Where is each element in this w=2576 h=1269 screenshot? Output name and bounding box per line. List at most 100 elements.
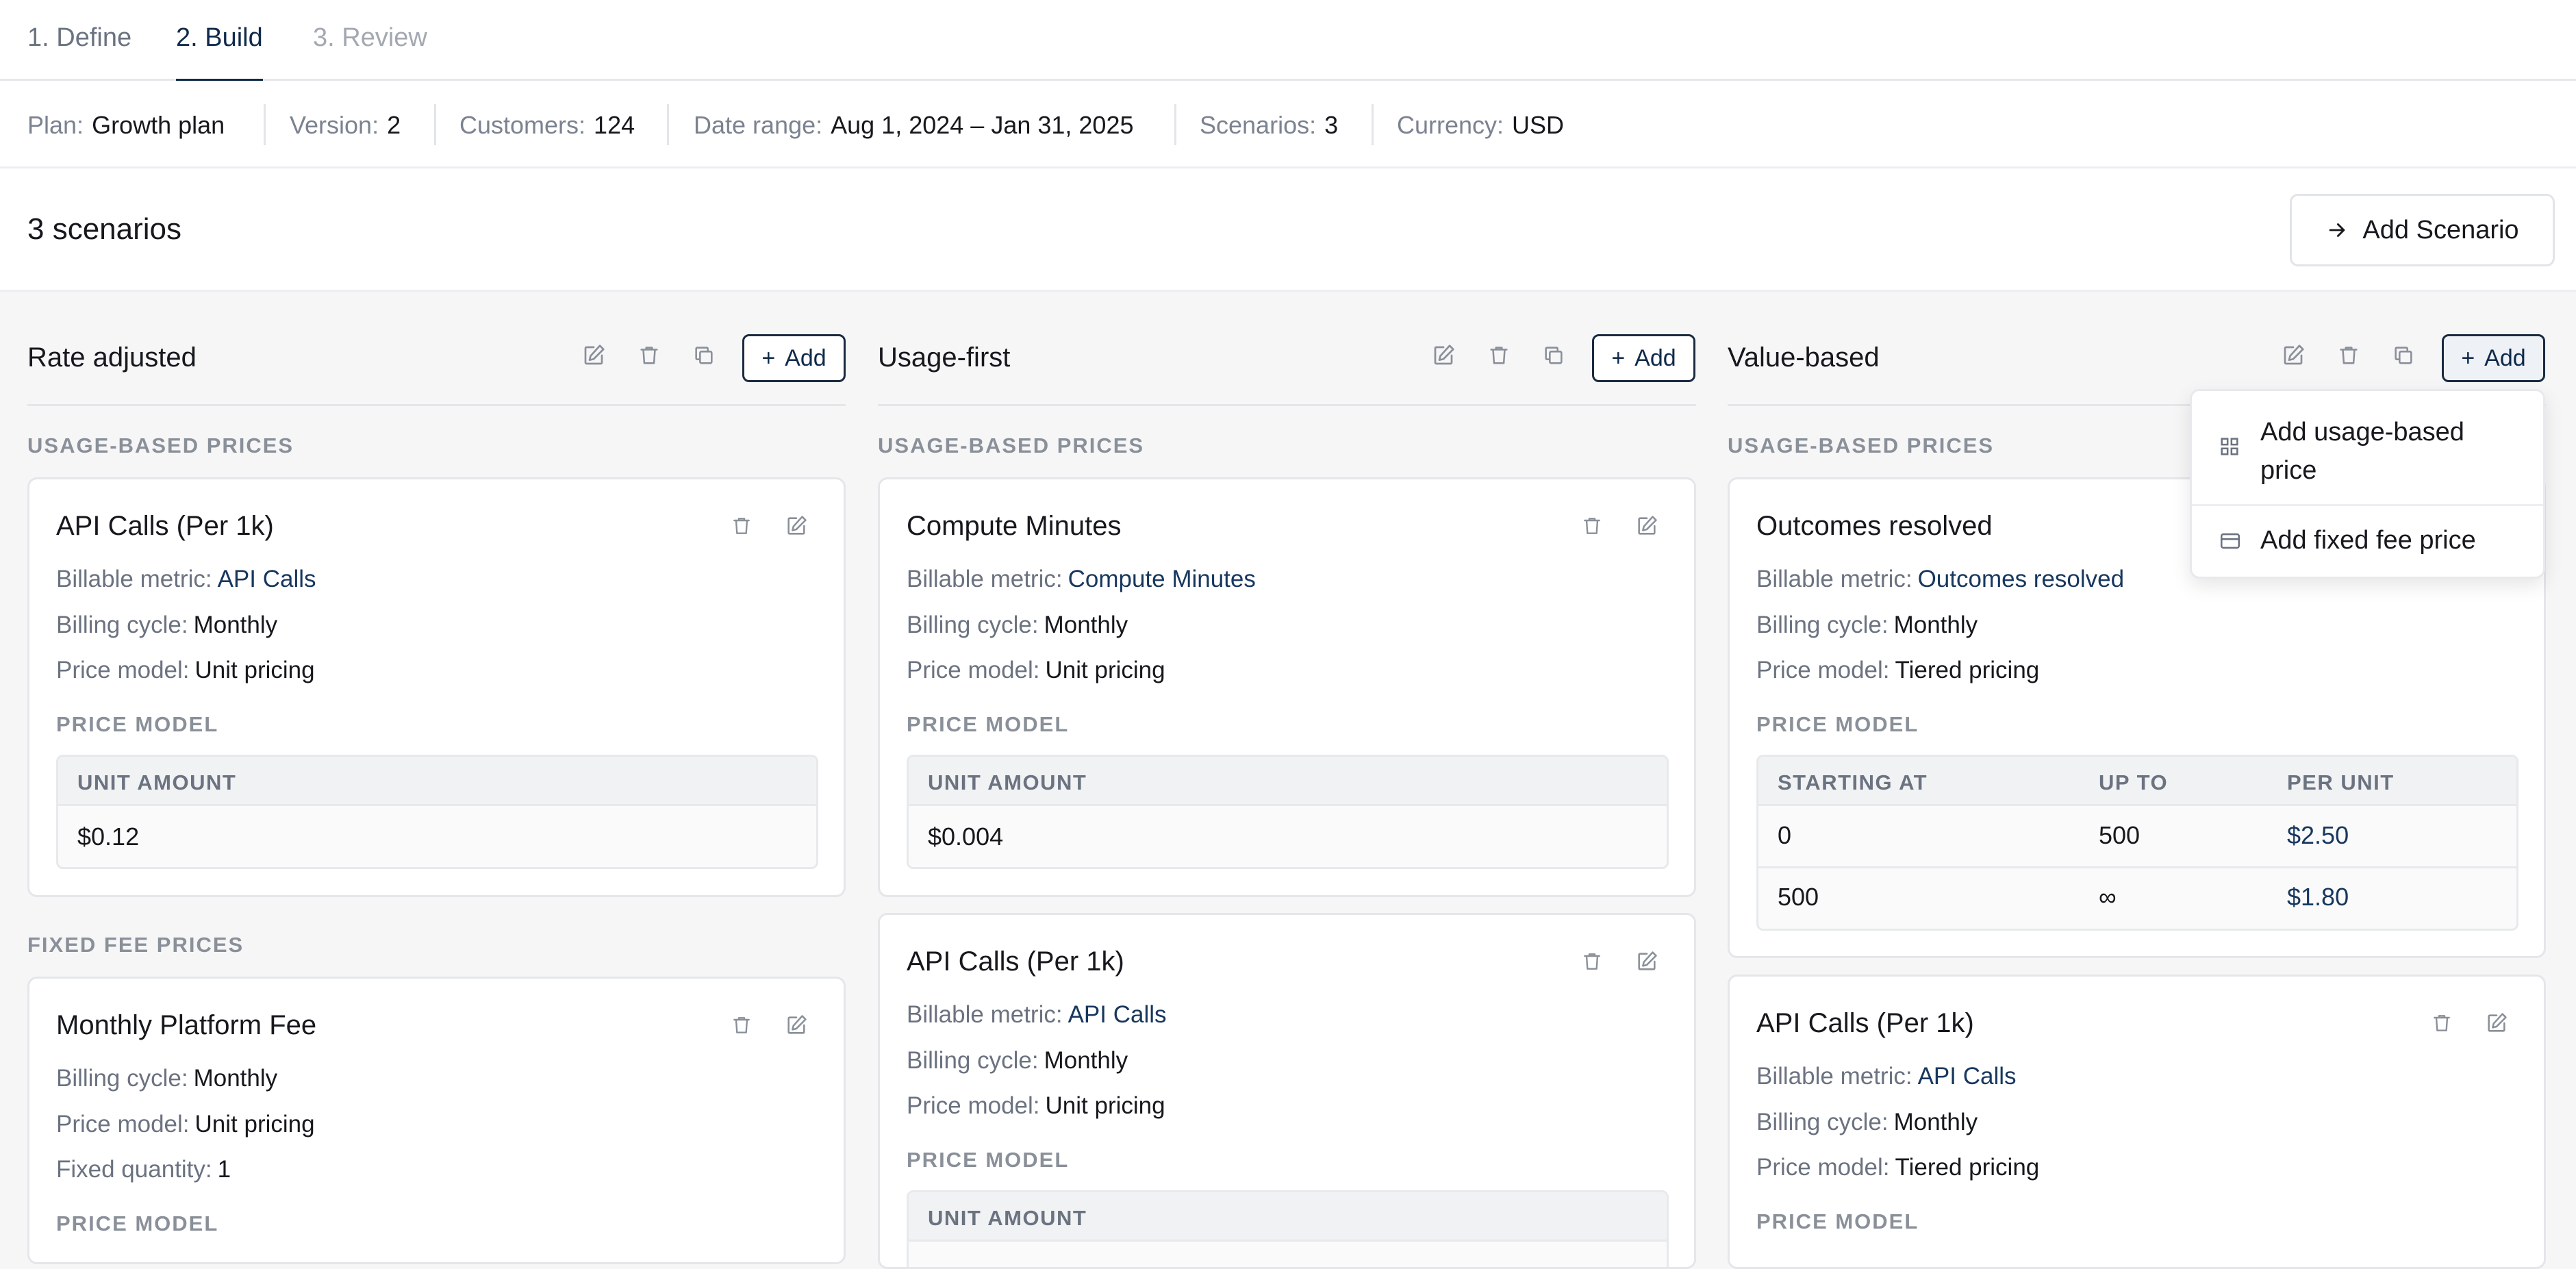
- tier-per-unit: $1.80: [2287, 883, 2349, 911]
- tab-build[interactable]: 2. Build: [176, 23, 263, 83]
- price-model-label: PRICE MODEL: [1756, 712, 1919, 736]
- copy-icon[interactable]: [1539, 341, 1568, 370]
- price-card: Compute Minutes Billable metric: Compute …: [878, 477, 1696, 897]
- price-model-row: Price model: Tiered pricing: [1756, 657, 2040, 683]
- info-currency: Currency: USD: [1397, 111, 1565, 139]
- price-model-label: PRICE MODEL: [907, 712, 1070, 736]
- price-model-label: PRICE MODEL: [907, 1148, 1070, 1172]
- billable-metric-row: Billable metric: Compute Minutes: [907, 566, 1256, 592]
- divider: [434, 104, 436, 145]
- price-model-row: Price model: Unit pricing: [907, 1092, 1165, 1119]
- billing-cycle-row: Billing cycle: Monthly: [907, 1047, 1128, 1074]
- trash-icon[interactable]: [1578, 512, 1606, 540]
- info-scenarios: Scenarios: 3: [1200, 111, 1339, 139]
- price-card: API Calls (Per 1k) Billable metric: API C…: [27, 477, 846, 897]
- column-header: PER UNIT: [2287, 770, 2395, 794]
- scenario-title: Rate adjusted: [27, 342, 197, 373]
- billable-metric-link[interactable]: API Calls: [1068, 1001, 1167, 1028]
- price-card: API Calls (Per 1k) Billable metric: API C…: [1728, 975, 2546, 1269]
- price-table: UNIT AMOUNT: [907, 1190, 1669, 1267]
- edit-icon[interactable]: [1633, 948, 1660, 975]
- trash-icon[interactable]: [1485, 341, 1513, 370]
- fixed-quantity-row: Fixed quantity: 1: [56, 1156, 231, 1183]
- price-title: Monthly Platform Fee: [56, 1010, 317, 1040]
- scenario-title: Value-based: [1728, 342, 1880, 373]
- divider: [667, 104, 669, 145]
- trash-icon[interactable]: [2428, 1009, 2455, 1037]
- price-title: API Calls (Per 1k): [56, 511, 274, 541]
- arrow-right-icon: [2329, 223, 2345, 237]
- edit-icon[interactable]: [579, 341, 608, 370]
- divider: [2192, 504, 2543, 506]
- trash-icon[interactable]: [635, 341, 664, 370]
- menu-item-add-fixed-fee-price[interactable]: Add fixed fee price: [2192, 521, 2543, 562]
- plus-icon: +: [1611, 344, 1626, 371]
- scenario-count: 3 scenarios: [27, 212, 182, 246]
- add-price-menu: Add usage-based price Add fixed fee pric…: [2190, 389, 2545, 579]
- column-header: STARTING AT: [1778, 770, 1928, 794]
- add-price-button[interactable]: + Add: [742, 334, 846, 382]
- price-model-row: Price model: Tiered pricing: [1756, 1154, 2040, 1181]
- trash-icon[interactable]: [728, 1012, 755, 1039]
- billable-metric-row: Billable metric: API Calls: [907, 1001, 1167, 1028]
- price-title: API Calls (Per 1k): [907, 946, 1124, 977]
- edit-icon[interactable]: [1429, 341, 1458, 370]
- price-card: Monthly Platform Fee Billing cycle: Month…: [27, 977, 846, 1264]
- billable-metric-row: Billable metric: Outcomes resolved: [1756, 566, 2125, 592]
- add-scenario-button[interactable]: Add Scenario: [2290, 194, 2555, 266]
- billable-metric-link[interactable]: API Calls: [1918, 1063, 2017, 1090]
- tier-start: 0: [1778, 821, 1792, 849]
- trash-icon[interactable]: [2334, 341, 2363, 370]
- tab-define[interactable]: 1. Define: [27, 23, 131, 81]
- price-title: Outcomes resolved: [1756, 511, 1993, 541]
- edit-icon[interactable]: [1633, 512, 1660, 540]
- price-model-label: PRICE MODEL: [56, 712, 219, 736]
- billing-cycle-row: Billing cycle: Monthly: [1756, 612, 1978, 638]
- price-model-row: Price model: Unit pricing: [907, 657, 1165, 683]
- plan-info-bar: Plan: Growth plan Version: 2 Customers: 124…: [0, 81, 2576, 168]
- column-header: UNIT AMOUNT: [77, 770, 237, 794]
- add-price-button[interactable]: + Add: [1592, 334, 1695, 382]
- section-label-usage: USAGE-BASED PRICES: [1728, 434, 1995, 457]
- divider: [264, 104, 266, 145]
- copy-icon[interactable]: [2389, 341, 2418, 370]
- billable-metric-link[interactable]: API Calls: [218, 566, 316, 592]
- price-table: UNIT AMOUNT $0.12: [56, 755, 818, 869]
- divider: [878, 404, 1696, 406]
- edit-icon[interactable]: [783, 1012, 810, 1039]
- add-price-button[interactable]: + Add: [2442, 334, 2545, 382]
- menu-item-add-usage-price[interactable]: Add usage-based price: [2192, 412, 2543, 494]
- edit-icon[interactable]: [783, 512, 810, 540]
- tier-table: STARTING AT UP TO PER UNIT 0 500 $2.50 5…: [1756, 755, 2518, 931]
- trash-icon[interactable]: [1578, 948, 1606, 975]
- info-customers: Customers: 124: [459, 111, 635, 139]
- price-model-label: PRICE MODEL: [1756, 1209, 1919, 1233]
- price-table: UNIT AMOUNT $0.004: [907, 755, 1669, 869]
- tab-review[interactable]: 3. Review: [313, 23, 427, 81]
- edit-icon[interactable]: [2483, 1009, 2510, 1037]
- info-version: Version: 2: [290, 111, 401, 139]
- section-label-usage: USAGE-BASED PRICES: [878, 434, 1145, 457]
- billable-metric-link[interactable]: Compute Minutes: [1068, 566, 1256, 592]
- tier-start: 500: [1778, 883, 1819, 911]
- info-plan: Plan: Growth plan: [27, 111, 225, 139]
- billing-cycle-row: Billing cycle: Monthly: [1756, 1109, 1978, 1135]
- column-header: UNIT AMOUNT: [928, 770, 1087, 794]
- billable-metric-row: Billable metric: API Calls: [1756, 1063, 2017, 1090]
- scenario-title: Usage-first: [878, 342, 1011, 373]
- billing-cycle-row: Billing cycle: Monthly: [56, 612, 278, 638]
- tier-up-to: ∞: [2099, 883, 2117, 911]
- price-card: API Calls (Per 1k) Billable metric: API C…: [878, 913, 1696, 1269]
- trash-icon[interactable]: [728, 512, 755, 540]
- unit-amount-value: $0.12: [77, 822, 140, 851]
- edit-icon[interactable]: [2279, 341, 2308, 370]
- scenarios-header: 3 scenarios Add Scenario: [0, 168, 2576, 292]
- price-title: API Calls (Per 1k): [1756, 1008, 1974, 1038]
- plus-icon: +: [761, 344, 776, 371]
- price-title: Compute Minutes: [907, 511, 1122, 541]
- billable-metric-link[interactable]: Outcomes resolved: [1918, 566, 2125, 592]
- copy-icon[interactable]: [690, 341, 718, 370]
- credit-card-icon: [2220, 533, 2240, 549]
- divider: [27, 404, 846, 406]
- billable-metric-row: Billable metric: API Calls: [56, 566, 316, 592]
